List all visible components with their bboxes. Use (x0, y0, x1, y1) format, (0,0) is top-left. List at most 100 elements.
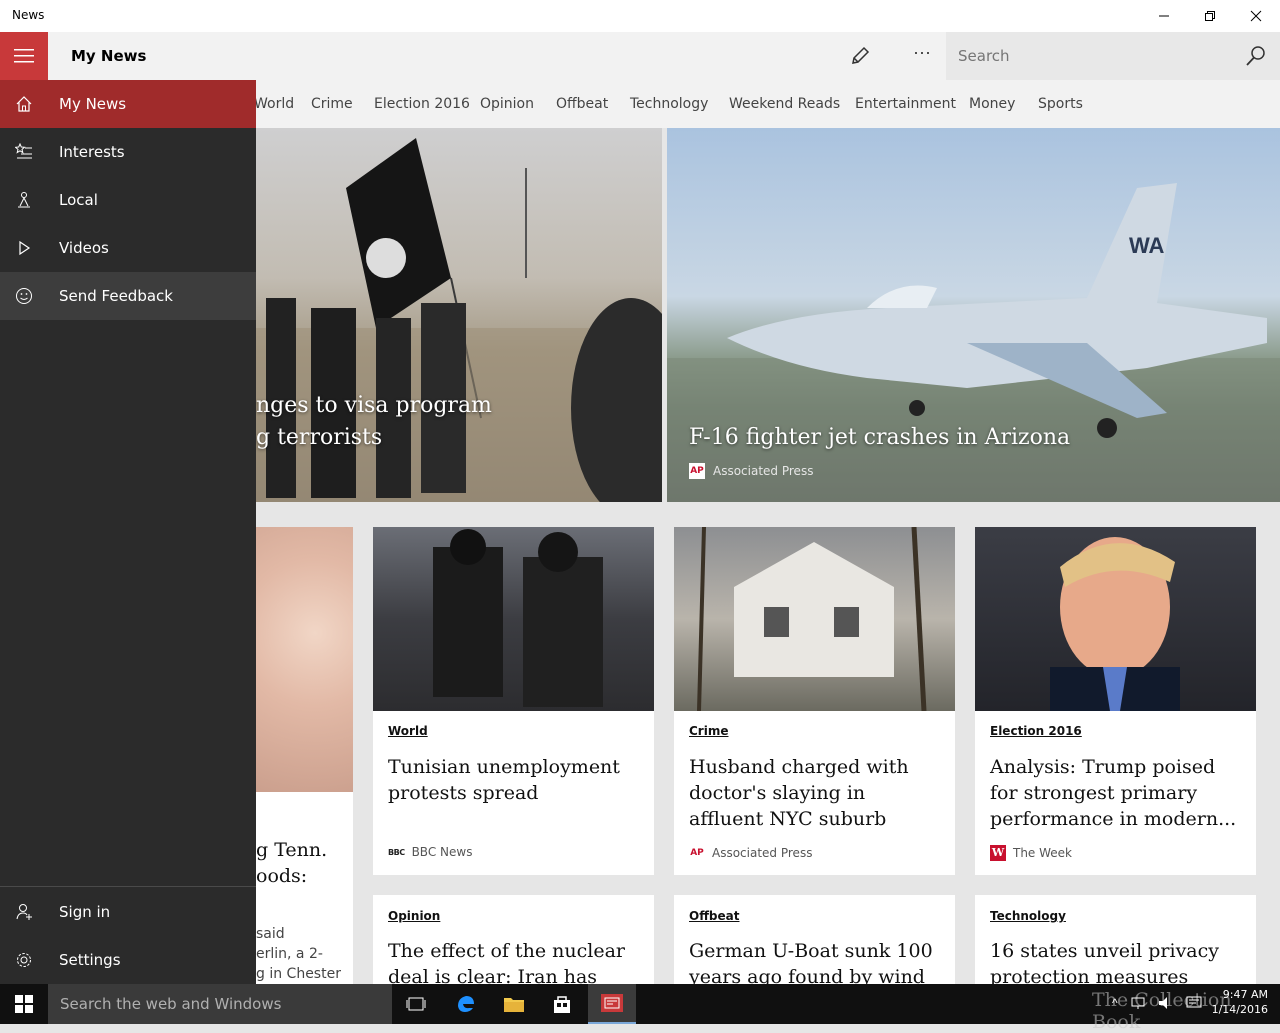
title-bar: News (0, 0, 1280, 32)
hero-headline-line2: g terrorists (256, 425, 383, 450)
sidebar-divider (0, 886, 256, 887)
search-box[interactable] (946, 32, 1280, 80)
task-view-button[interactable] (392, 984, 440, 1024)
store-bag-icon (554, 996, 570, 1013)
sidebar-item-label: Sign in (59, 903, 111, 921)
hamburger-icon (14, 49, 34, 63)
card-category[interactable]: Election 2016 (990, 724, 1082, 738)
clock-time: 9:47 AM (1222, 988, 1268, 1001)
minimize-button[interactable] (1141, 0, 1187, 32)
tab-entertainment[interactable]: Entertainment (855, 96, 956, 112)
news-card-crime[interactable]: Crime Husband charged with doctor's slay… (674, 527, 955, 875)
sidebar-item-videos[interactable]: Videos (0, 224, 256, 272)
sidebar-item-send-feedback[interactable]: Send Feedback (0, 272, 256, 320)
news-app-icon (601, 994, 623, 1012)
tab-opinion[interactable]: Opinion (480, 96, 534, 112)
clock[interactable]: 9:47 AM 1/14/2016 (1212, 987, 1268, 1017)
card-headline-line1: g Tenn. (256, 839, 328, 861)
start-button[interactable] (0, 984, 48, 1024)
gear-icon (14, 950, 34, 970)
tab-crime[interactable]: Crime (311, 96, 353, 112)
card-image (975, 527, 1256, 711)
sidebar-item-label: Interests (59, 143, 125, 161)
news-app-taskbar-button[interactable] (588, 984, 636, 1024)
nav-pane: My News Interests Local Videos Send Feed… (0, 80, 256, 984)
ap-logo-icon: AP (689, 463, 705, 479)
minimize-icon (1159, 15, 1169, 17)
card-headline: Tunisian unemployment protests spread (388, 756, 620, 804)
card-image (256, 527, 353, 792)
sidebar-item-label: Send Feedback (59, 287, 173, 305)
restore-icon (1205, 11, 1215, 21)
svg-text:WA: WA (1129, 233, 1165, 258)
sidebar-item-label: Settings (59, 951, 121, 969)
card-category[interactable]: Technology (990, 909, 1066, 923)
card-snippet-line1: said (256, 926, 285, 942)
card-image (674, 527, 955, 712)
volume-icon[interactable] (1158, 996, 1174, 1010)
restore-button[interactable] (1187, 0, 1233, 32)
taskbar-search-box[interactable]: Search the web and Windows (48, 984, 392, 1024)
home-icon (14, 94, 34, 114)
card-image (373, 527, 654, 711)
tab-election-2016[interactable]: Election 2016 (374, 96, 470, 112)
sidebar-item-local[interactable]: Local (0, 176, 256, 224)
close-button[interactable] (1233, 0, 1279, 32)
edge-icon (458, 996, 474, 1012)
tab-sports[interactable]: Sports (1038, 96, 1083, 112)
card-headline: The effect of the nuclear deal is clear:… (388, 940, 626, 984)
card-source: BBC News (411, 845, 473, 859)
sidebar-item-interests[interactable]: Interests (0, 128, 256, 176)
hero-source: Associated Press (713, 464, 814, 478)
action-center-icon[interactable] (1186, 996, 1202, 1010)
hero-headline-line1: nges to visa program (256, 393, 492, 418)
tab-world[interactable]: World (254, 96, 294, 112)
card-headline-line2: oods: (256, 865, 308, 887)
bbc-logo-icon: BBC (388, 847, 405, 857)
card-source: Associated Press (712, 846, 813, 860)
news-grid: g Tenn. oods: said erlin, a 2- g in Ches… (256, 502, 1280, 984)
sidebar-item-sign-in[interactable]: Sign in (0, 888, 256, 936)
tab-technology[interactable]: Technology (630, 96, 708, 112)
card-source: The Week (1013, 846, 1073, 860)
news-card-partial[interactable]: g Tenn. oods: said erlin, a 2- g in Ches… (256, 527, 353, 984)
tab-money[interactable]: Money (969, 96, 1015, 112)
star-list-icon (14, 142, 34, 162)
news-card-technology[interactable]: Technology 16 states unveil privacy prot… (975, 895, 1256, 984)
network-icon[interactable] (1130, 996, 1146, 1010)
news-card-world[interactable]: World Tunisian unemployment protests spr… (373, 527, 654, 875)
tab-weekend-reads[interactable]: Weekend Reads (729, 96, 840, 112)
card-category[interactable]: World (388, 724, 428, 738)
edge-button[interactable] (442, 984, 490, 1024)
file-explorer-button[interactable] (490, 984, 538, 1024)
hero-story-f16[interactable]: WA F-16 fighter jet crashes in Arizona A… (667, 128, 1280, 502)
edit-button[interactable] (848, 44, 880, 68)
news-card-election[interactable]: Election 2016 Analysis: Trump poised for… (975, 527, 1256, 875)
search-icon[interactable] (1244, 44, 1268, 68)
card-snippet-line3: g in Chester (256, 966, 341, 982)
close-icon (1250, 10, 1262, 22)
smiley-icon (14, 286, 34, 306)
more-options-button[interactable]: ··· (906, 42, 938, 66)
news-card-offbeat[interactable]: Offbeat German U-Boat sunk 100 years ago… (674, 895, 955, 984)
news-card-opinion[interactable]: Opinion The effect of the nuclear deal i… (373, 895, 654, 984)
hero-story-visa[interactable]: nges to visa program g terrorists (256, 128, 662, 502)
store-button[interactable] (538, 984, 586, 1024)
taskbar: Search the web and Windows The Collectio… (0, 984, 1280, 1033)
sidebar-item-label: Videos (59, 239, 109, 257)
hero-headline: F-16 fighter jet crashes in Arizona (689, 425, 1071, 450)
card-headline: Analysis: Trump poised for strongest pri… (990, 756, 1237, 830)
sidebar-item-my-news[interactable]: My News (0, 80, 256, 128)
card-headline: Husband charged with doctor's slaying in… (689, 756, 909, 830)
search-input[interactable] (946, 32, 1236, 80)
sidebar-item-settings[interactable]: Settings (0, 936, 256, 984)
card-category[interactable]: Offbeat (689, 909, 739, 923)
sidebar-item-label: Local (59, 191, 98, 209)
tab-offbeat[interactable]: Offbeat (556, 96, 608, 112)
chevron-up-icon[interactable]: ^ (1112, 996, 1118, 1010)
windows-logo-icon (15, 995, 33, 1013)
ap-logo-icon: AP (689, 845, 705, 861)
card-category[interactable]: Crime (689, 724, 728, 738)
card-category[interactable]: Opinion (388, 909, 440, 923)
hamburger-button[interactable] (0, 32, 48, 80)
